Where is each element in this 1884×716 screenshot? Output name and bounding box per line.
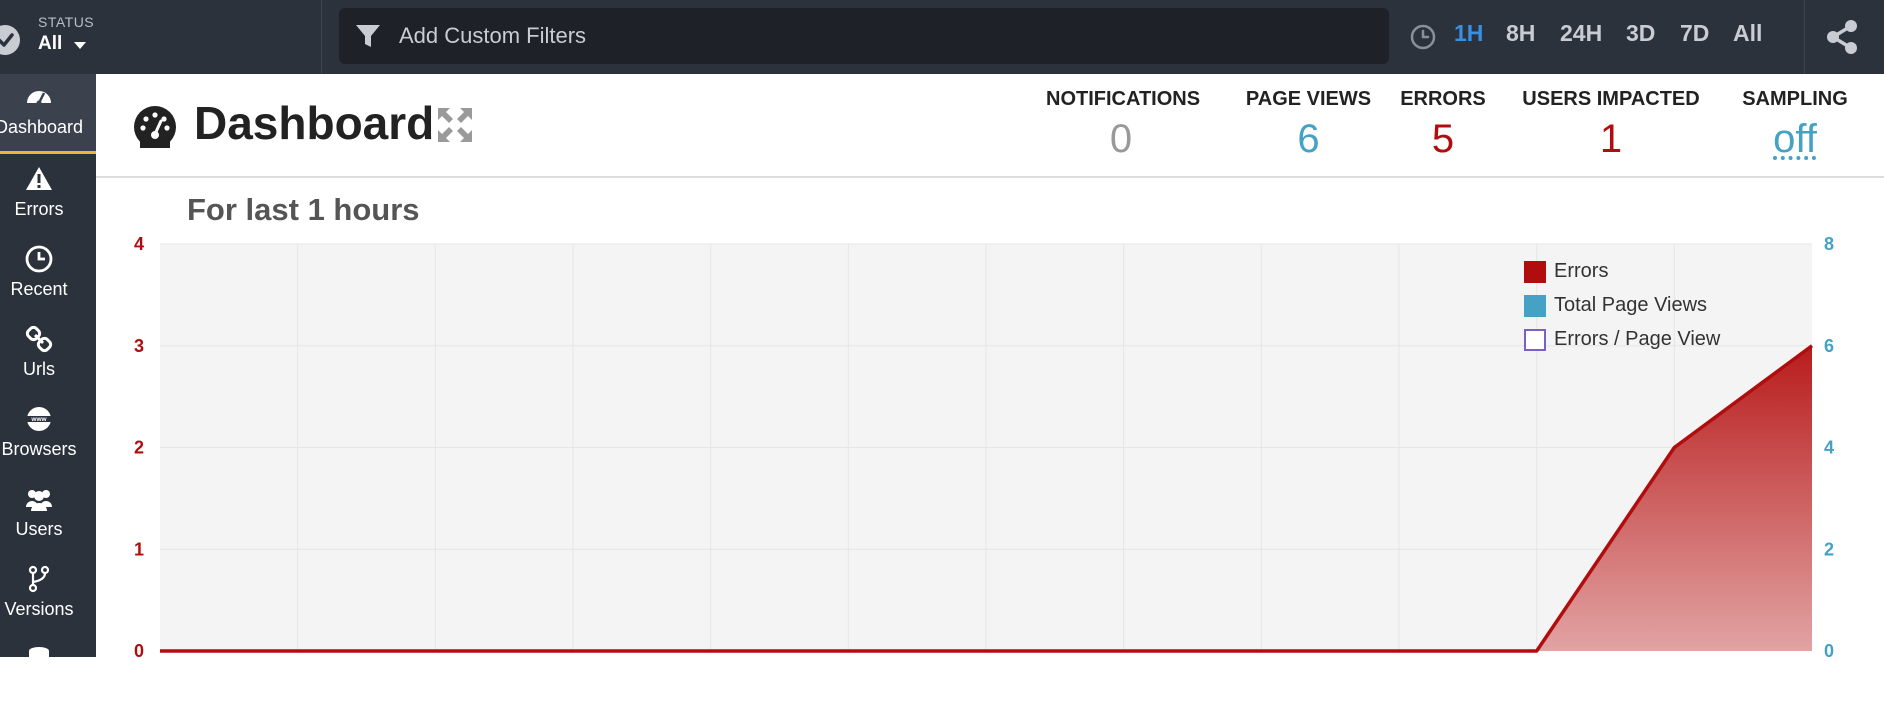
legend-swatch xyxy=(1524,295,1546,317)
custom-filter-input[interactable]: Add Custom Filters xyxy=(339,8,1389,64)
legend-label: Errors xyxy=(1554,260,1608,283)
sidebar-item-versions[interactable]: Versions xyxy=(0,556,96,636)
sidebar: Dashboard Errors Recent xyxy=(0,74,96,657)
link-icon xyxy=(25,325,53,353)
y-axis-left-tick-label: 1 xyxy=(134,539,144,559)
sidebar-item-label: Errors xyxy=(0,199,92,220)
status-value[interactable]: All xyxy=(38,33,62,55)
y-axis-right-tick-label: 8 xyxy=(1824,234,1834,254)
y-axis-right-tick-label: 0 xyxy=(1824,641,1834,657)
stat-value: 6 xyxy=(1236,117,1381,162)
branch-icon xyxy=(25,565,53,593)
y-axis-left-tick-label: 0 xyxy=(134,641,144,657)
svg-text:www: www xyxy=(30,416,47,423)
sidebar-item-urls[interactable]: Urls xyxy=(0,316,96,396)
stat-label: SAMPLING xyxy=(1736,88,1854,111)
stat-users-impacted: USERS IMPACTED 1 xyxy=(1521,88,1701,162)
sidebar-item-database[interactable] xyxy=(0,636,96,716)
y-axis-right-tick-label: 4 xyxy=(1824,438,1834,458)
stat-label: ERRORS xyxy=(1398,88,1488,111)
time-range-7d[interactable]: 7D xyxy=(1680,20,1709,47)
sidebar-item-label: Browsers xyxy=(0,439,92,460)
sidebar-item-users[interactable]: Users xyxy=(0,476,96,556)
sidebar-item-browsers[interactable]: www Browsers xyxy=(0,396,96,476)
warning-icon xyxy=(25,165,53,193)
sampling-toggle-link[interactable]: off xyxy=(1736,117,1854,162)
legend-swatch xyxy=(1524,261,1546,283)
y-axis-right-tick-label: 2 xyxy=(1824,539,1834,559)
share-button[interactable] xyxy=(1804,0,1884,74)
y-axis-right-tick-label: 6 xyxy=(1824,336,1834,356)
legend-swatch xyxy=(1524,329,1546,351)
stat-value: 1 xyxy=(1521,117,1701,162)
y-axis-left-tick-label: 4 xyxy=(134,234,144,254)
sidebar-item-label: Recent xyxy=(0,279,92,300)
time-range-1h[interactable]: 1H xyxy=(1454,20,1483,47)
stat-page-views: PAGE VIEWS 6 xyxy=(1236,88,1381,162)
filter-icon xyxy=(354,22,382,50)
gauge-icon xyxy=(25,83,53,111)
sidebar-item-dashboard[interactable]: Dashboard xyxy=(0,74,96,154)
clock-icon xyxy=(25,245,53,273)
stat-label: PAGE VIEWS xyxy=(1236,88,1381,111)
y-axis-left-tick-label: 2 xyxy=(134,438,144,458)
time-range-8h[interactable]: 8H xyxy=(1506,20,1535,47)
dashboard-header: Dashboard NOTIFICATIONS 0 PAGE VIEWS 6 E… xyxy=(96,74,1884,178)
sidebar-item-label: Users xyxy=(0,519,92,540)
users-icon xyxy=(25,485,53,513)
clock-icon xyxy=(1410,24,1436,50)
stat-value: 0 xyxy=(1046,117,1196,162)
gauge-icon xyxy=(132,104,178,150)
sidebar-item-label: Versions xyxy=(0,599,92,620)
chart-title: For last 1 hours xyxy=(187,192,420,228)
stat-label: USERS IMPACTED xyxy=(1521,88,1701,111)
database-icon xyxy=(25,645,53,673)
stat-errors: ERRORS 5 xyxy=(1398,88,1488,162)
legend-label: Total Page Views xyxy=(1554,294,1707,317)
status-filter[interactable]: STATUS All xyxy=(0,0,322,74)
sidebar-item-label: Urls xyxy=(0,359,92,380)
time-range-24h[interactable]: 24H xyxy=(1560,20,1602,47)
expand-icon[interactable] xyxy=(436,106,474,144)
filter-placeholder: Add Custom Filters xyxy=(399,23,586,49)
chevron-down-icon[interactable] xyxy=(74,42,86,49)
stat-value: 5 xyxy=(1398,117,1488,162)
stat-sampling: SAMPLING off xyxy=(1736,88,1854,162)
www-globe-icon: www xyxy=(25,405,53,433)
page-title: Dashboard xyxy=(194,96,434,150)
time-range-all[interactable]: All xyxy=(1733,20,1762,47)
stat-label: NOTIFICATIONS xyxy=(1046,88,1196,111)
time-range-3d[interactable]: 3D xyxy=(1626,20,1655,47)
sidebar-item-label: Dashboard xyxy=(0,117,92,138)
share-icon xyxy=(1823,18,1861,56)
check-circle-icon xyxy=(0,25,20,55)
status-label: STATUS xyxy=(38,14,94,30)
top-bar: STATUS All Add Custom Filters 1H 8H 24H … xyxy=(0,0,1884,74)
y-axis-left-tick-label: 3 xyxy=(134,336,144,356)
stat-notifications: NOTIFICATIONS 0 xyxy=(1046,88,1196,162)
sidebar-item-recent[interactable]: Recent xyxy=(0,236,96,316)
legend-label: Errors / Page View xyxy=(1554,328,1720,351)
sidebar-item-errors[interactable]: Errors xyxy=(0,156,96,236)
